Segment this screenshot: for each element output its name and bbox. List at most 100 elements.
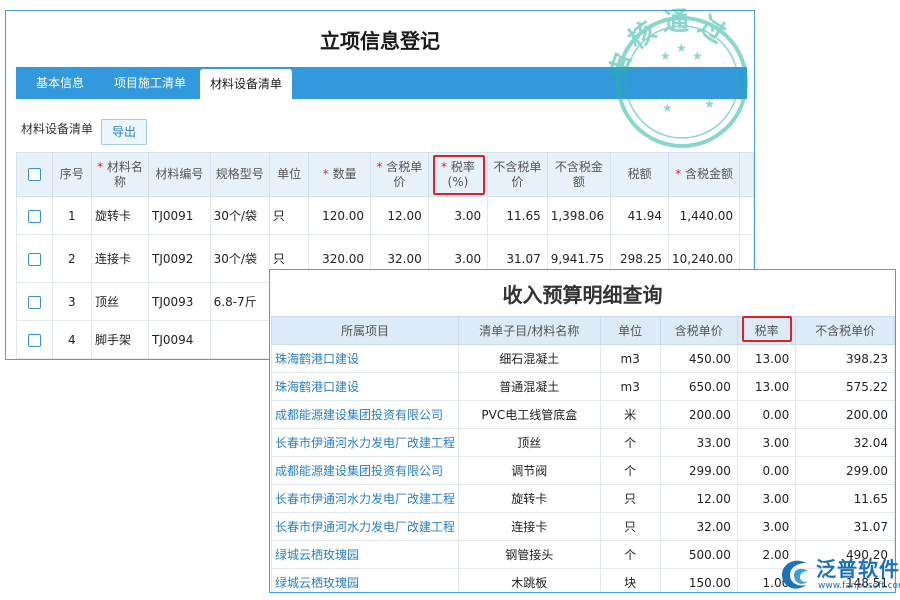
select-all-checkbox[interactable] xyxy=(28,168,41,181)
row-checkbox[interactable] xyxy=(28,334,41,347)
revenue-budget-window: 收入预算明细查询 所属项目清单子目/材料名称单位含税单价税率不含税单价 珠海鹤港… xyxy=(269,269,896,593)
table-cell-code: TJ0091 xyxy=(149,197,211,235)
table-cell-item: 细石混凝土 xyxy=(459,345,601,373)
column-header-label: 税额 xyxy=(628,167,652,181)
table-cell-rate: 0.00 xyxy=(737,457,795,485)
table-row[interactable]: 珠海鹤港口建设细石混凝土m3450.0013.00398.23 xyxy=(272,345,895,373)
table-cell-rate: 13.00 xyxy=(737,345,795,373)
column-header: 序号 xyxy=(52,153,91,197)
logo-mark-icon xyxy=(776,553,816,593)
svg-text:审核通过: 审核通过 xyxy=(603,6,735,83)
column-header: 所属项目 xyxy=(272,317,459,345)
table-cell-item: 顶丝 xyxy=(459,429,601,457)
row-checkbox[interactable] xyxy=(28,253,41,266)
project-link[interactable]: 长春市伊通河水力发电厂改建工程 xyxy=(272,485,459,513)
table-cell-item: 调节阀 xyxy=(459,457,601,485)
section-label: 材料设备清单 xyxy=(21,120,93,137)
table-cell-no: 2 xyxy=(52,235,91,283)
table-cell-unit: 只 xyxy=(269,197,308,235)
row-checkbox[interactable] xyxy=(28,296,41,309)
column-header-label: 不含税单价 xyxy=(493,160,541,189)
svg-text:★: ★ xyxy=(662,101,673,115)
tab-materials-list[interactable]: 材料设备清单 xyxy=(200,69,292,99)
column-header: 规格型号 xyxy=(210,153,269,197)
export-button[interactable]: 导出 xyxy=(101,119,147,145)
table-cell-item: 木跳板 xyxy=(459,569,601,594)
table-cell-rate: 3.00 xyxy=(737,513,795,541)
table-cell-price-notax: 398.23 xyxy=(796,345,895,373)
scroll-gutter xyxy=(740,197,754,235)
column-header: * 含税单价 xyxy=(371,153,429,197)
project-link[interactable]: 成都能源建设集团投资有限公司 xyxy=(272,401,459,429)
svg-text:★: ★ xyxy=(660,49,671,63)
table-cell-price-notax: 11.65 xyxy=(488,197,548,235)
company-logo: 泛普软件 www.fanpusoft.com xyxy=(776,551,900,600)
project-link[interactable]: 成都能源建设集团投资有限公司 xyxy=(272,457,459,485)
column-header-label: 序号 xyxy=(60,167,84,181)
page-title: 收入预算明细查询 xyxy=(270,279,895,308)
table-cell-price-tax: 33.00 xyxy=(660,429,737,457)
column-header: 不含税单价 xyxy=(488,153,548,197)
project-link[interactable]: 绿城云栖玫瑰园 xyxy=(272,569,459,594)
table-cell-rate: 13.00 xyxy=(737,373,795,401)
table-cell-price-tax: 450.00 xyxy=(660,345,737,373)
project-link[interactable]: 珠海鹤港口建设 xyxy=(272,373,459,401)
column-header-label: 含税单价 xyxy=(386,160,422,189)
table-cell-tax: 41.94 xyxy=(611,197,669,235)
logo-name: 泛普软件 xyxy=(816,553,900,582)
table-cell-rate: 3.00 xyxy=(737,485,795,513)
table-row[interactable]: 长春市伊通河水力发电厂改建工程顶丝个33.003.0032.04 xyxy=(272,429,895,457)
table-cell-price-tax: 150.00 xyxy=(660,569,737,594)
table-cell-price-tax: 500.00 xyxy=(660,541,737,569)
table-header-row: 所属项目清单子目/材料名称单位含税单价税率不含税单价 xyxy=(272,317,895,345)
table-cell-no: 3 xyxy=(52,283,91,321)
tab-basic-info[interactable]: 基本信息 xyxy=(24,67,96,99)
table-cell-item: 钢管接头 xyxy=(459,541,601,569)
column-header: * 数量 xyxy=(309,153,371,197)
table-row[interactable]: 成都能源建设集团投资有限公司PVC电工线管底盒米200.000.00200.00 xyxy=(272,401,895,429)
project-link[interactable]: 长春市伊通河水力发电厂改建工程 xyxy=(272,513,459,541)
project-link[interactable]: 绿城云栖玫瑰园 xyxy=(272,541,459,569)
table-cell-price-notax: 200.00 xyxy=(796,401,895,429)
column-header-label: 规格型号 xyxy=(216,167,264,181)
table-cell-spec: 6.8-7斤 xyxy=(210,283,269,321)
column-header-label: 含税金额 xyxy=(685,167,733,181)
column-header-label: 材料编号 xyxy=(155,167,203,181)
table-cell-item: PVC电工线管底盒 xyxy=(459,401,601,429)
table-cell-spec: 30个/袋 xyxy=(210,235,269,283)
table-cell-qty: 120.00 xyxy=(309,197,371,235)
table-cell-price-notax: 299.00 xyxy=(796,457,895,485)
stamp-text: 审核通过 xyxy=(603,6,735,83)
svg-text:★: ★ xyxy=(676,41,687,55)
table-cell-rate: 3.00 xyxy=(428,197,487,235)
tax-rate-highlight-box xyxy=(742,316,792,342)
table-row[interactable]: 长春市伊通河水力发电厂改建工程旋转卡只12.003.0011.65 xyxy=(272,485,895,513)
project-link[interactable]: 长春市伊通河水力发电厂改建工程 xyxy=(272,429,459,457)
required-mark-icon: * xyxy=(376,160,386,174)
table-cell-item: 旋转卡 xyxy=(459,485,601,513)
table-cell-price-tax: 32.00 xyxy=(660,513,737,541)
column-header: * 材料名称 xyxy=(92,153,149,197)
svg-text:★: ★ xyxy=(704,97,715,111)
table-cell-item: 普通混凝土 xyxy=(459,373,601,401)
table-cell-amt-notax: 1,398.06 xyxy=(547,197,610,235)
table-cell-price-tax: 299.00 xyxy=(660,457,737,485)
table-cell-code: TJ0092 xyxy=(149,235,211,283)
tab-construction-list[interactable]: 项目施工清单 xyxy=(104,67,196,99)
column-header: 单位 xyxy=(269,153,308,197)
table-row[interactable]: 1旋转卡TJ009130个/袋只120.0012.003.0011.651,39… xyxy=(17,197,754,235)
row-checkbox[interactable] xyxy=(28,210,41,223)
table-cell-unit: m3 xyxy=(600,373,660,401)
table-row[interactable]: 珠海鹤港口建设普通混凝土m3650.0013.00575.22 xyxy=(272,373,895,401)
logo-url: www.fanpusoft.com xyxy=(818,581,900,591)
table-cell-unit: 只 xyxy=(600,513,660,541)
table-cell-name: 脚手架 xyxy=(92,321,149,359)
table-cell-amt-tax: 1,440.00 xyxy=(669,197,740,235)
row-select-cell xyxy=(17,283,53,321)
table-row[interactable]: 成都能源建设集团投资有限公司调节阀个299.000.00299.00 xyxy=(272,457,895,485)
project-link[interactable]: 珠海鹤港口建设 xyxy=(272,345,459,373)
required-mark-icon: * xyxy=(97,160,107,174)
column-header: 不含税单价 xyxy=(796,317,895,345)
table-cell-unit: 个 xyxy=(600,541,660,569)
table-row[interactable]: 长春市伊通河水力发电厂改建工程连接卡只32.003.0031.07 xyxy=(272,513,895,541)
